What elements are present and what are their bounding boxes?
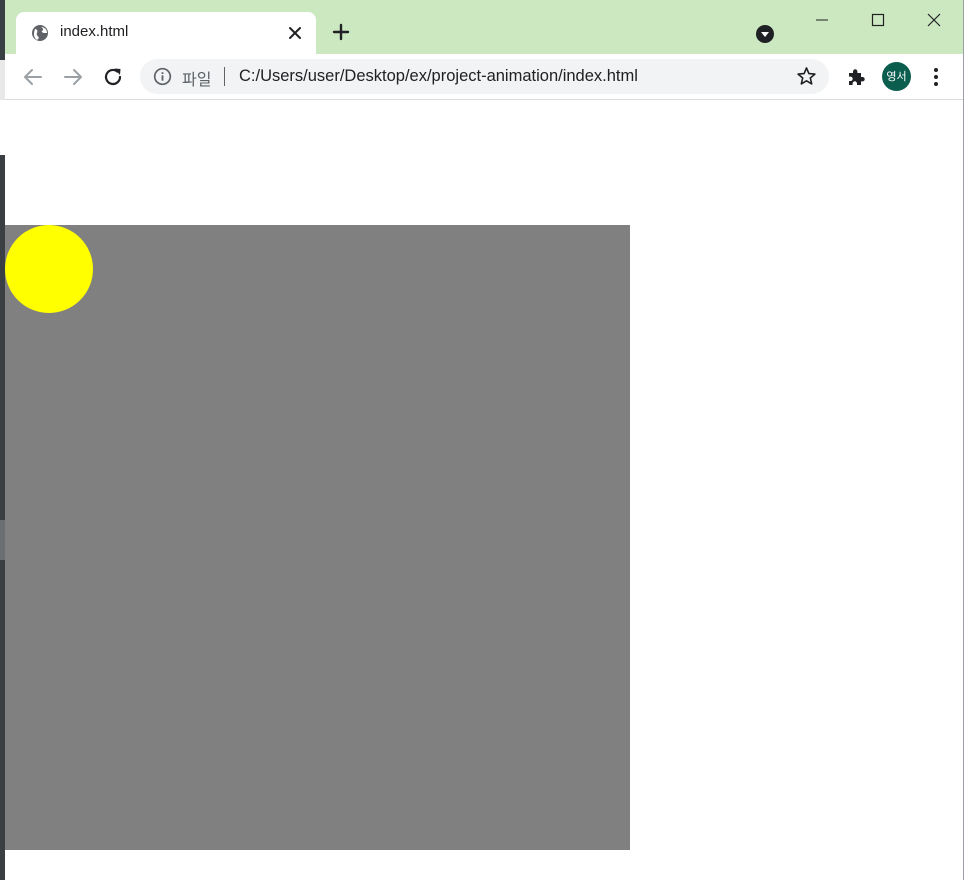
close-window-button[interactable] (906, 0, 962, 40)
new-tab-plus-icon[interactable] (331, 22, 351, 42)
url-text[interactable]: C:/Users/user/Desktop/ex/project-animati… (239, 67, 638, 86)
profile-avatar[interactable]: 영서 (882, 62, 911, 91)
globe-icon (32, 25, 48, 41)
address-separator (224, 67, 225, 86)
animation-stage (5, 225, 630, 850)
forward-arrow-icon[interactable] (62, 66, 84, 88)
more-menu-icon[interactable] (926, 66, 946, 88)
tab-search-icon[interactable] (755, 24, 775, 44)
puzzle-extensions-icon[interactable] (845, 66, 867, 88)
maximize-button[interactable] (850, 0, 906, 40)
minimize-button[interactable] (794, 0, 850, 40)
browser-toolbar: 파일 C:/Users/user/Desktop/ex/project-anim… (5, 54, 964, 100)
address-bar[interactable]: 파일 C:/Users/user/Desktop/ex/project-anim… (140, 59, 829, 94)
scheme-label: 파일 (182, 70, 212, 89)
avatar-initials: 영서 (886, 70, 907, 83)
minimize-icon (816, 19, 828, 21)
tab-strip: index.html (5, 0, 964, 54)
bookmark-star-icon[interactable] (796, 66, 817, 87)
back-arrow-icon[interactable] (22, 66, 44, 88)
active-tab[interactable]: index.html (16, 12, 316, 54)
reload-icon[interactable] (102, 66, 124, 88)
page-content (5, 100, 964, 880)
close-tab-icon[interactable] (286, 24, 304, 42)
info-icon[interactable] (153, 67, 172, 86)
browser-window: index.html 파일 C:/Users/user/Desktop/ex/p… (0, 0, 964, 880)
maximize-icon (871, 13, 885, 27)
tab-title: index.html (60, 23, 129, 40)
yellow-ball (5, 225, 93, 313)
close-icon (927, 13, 941, 27)
